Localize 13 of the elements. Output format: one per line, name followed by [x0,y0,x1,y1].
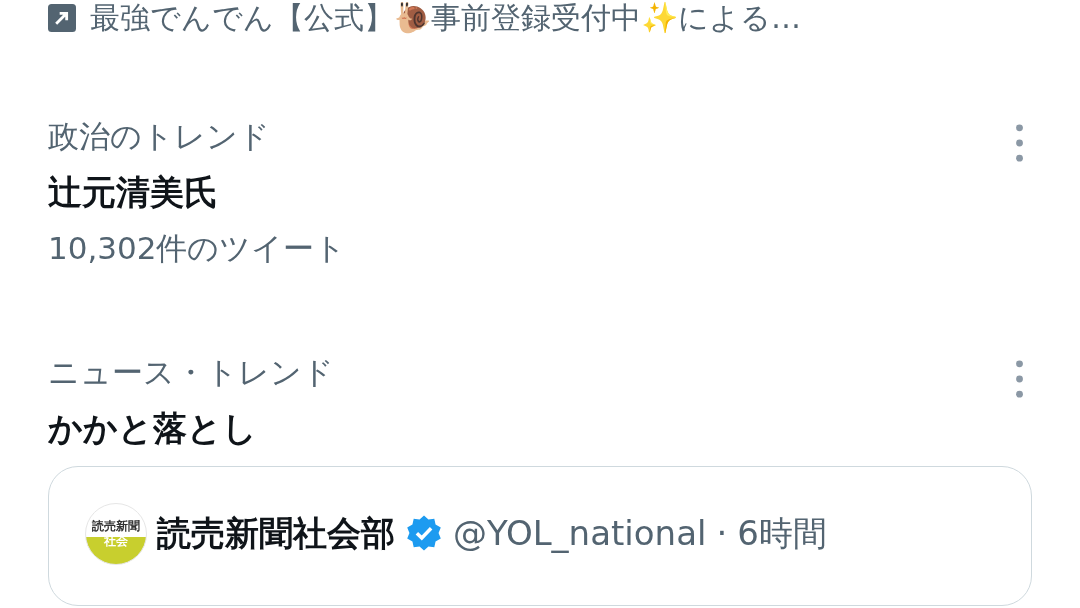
trend-title[interactable]: かかと落とし [48,406,334,450]
account-handle: @YOL_national [453,512,707,555]
account-name: 読売新聞社会部 [157,512,395,555]
trend-category: 政治のトレンド [48,117,271,156]
trend-category: ニュース・トレンド [48,353,334,392]
trend-title[interactable]: 辻元清美氏 [48,170,347,214]
tweet-count: 10,302件のツイート [48,229,347,268]
promoted-text[interactable]: 最強でんでん【公式】🐌事前登録受付中✨による… [90,0,801,39]
avatar-label: 読売新聞 [92,519,140,533]
more-icon[interactable] [1015,360,1024,398]
dot-separator: · [716,512,728,555]
tweet-time: 6時間 [737,512,827,555]
more-icon[interactable] [1015,124,1024,162]
